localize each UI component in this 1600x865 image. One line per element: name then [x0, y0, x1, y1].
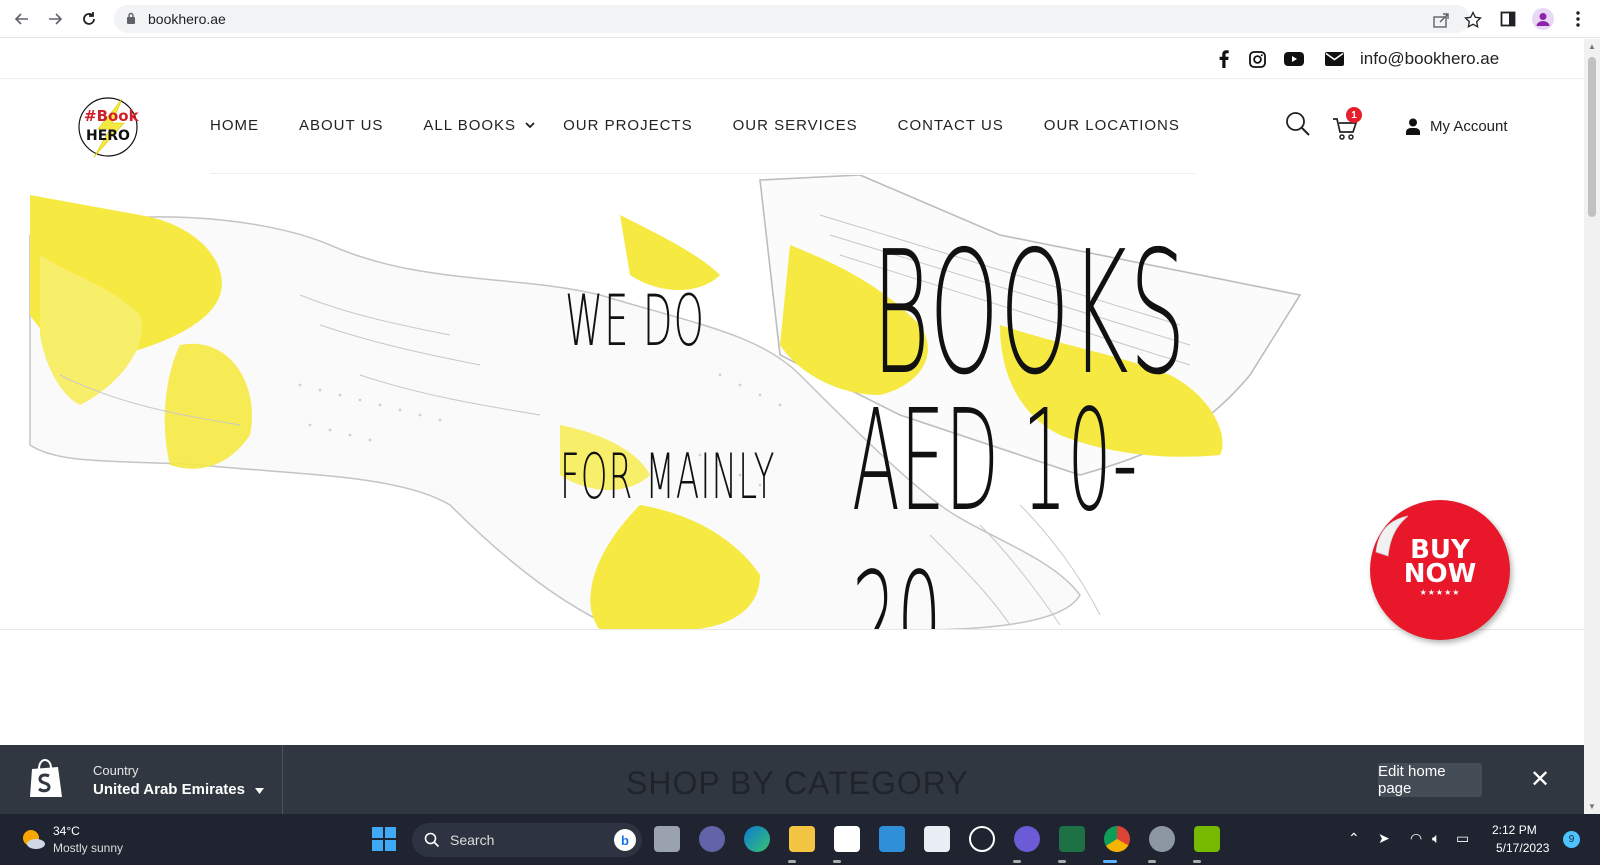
document-app-icon[interactable] — [924, 826, 950, 852]
notification-badge[interactable]: 9 — [1563, 831, 1580, 848]
youtube-icon[interactable] — [1284, 49, 1304, 69]
web-page: info@bookhero.ae #Book HERO HOME ABOUT U… — [0, 39, 1584, 745]
country-selector[interactable]: United Arab Emirates — [93, 781, 265, 798]
weather-temperature[interactable]: 34°C — [53, 824, 80, 838]
browser-toolbar: bookhero.ae — [0, 0, 1600, 38]
shopify-preview-bar: Country United Arab Emirates SHOP BY CAT… — [0, 745, 1584, 814]
close-icon[interactable]: ✕ — [1526, 765, 1554, 793]
country-label: Country — [93, 763, 139, 778]
menu-about-us[interactable]: ABOUT US — [299, 117, 383, 134]
speedometer-icon[interactable] — [969, 826, 995, 852]
country-value: United Arab Emirates — [93, 781, 245, 798]
profile-icon[interactable] — [1531, 7, 1555, 31]
reload-icon[interactable] — [77, 7, 101, 31]
weather-description[interactable]: Mostly sunny — [53, 841, 123, 855]
search-icon[interactable] — [1285, 111, 1311, 142]
bookhero-logo[interactable]: #Book HERO — [76, 95, 140, 159]
hero-we-do: WE DO — [565, 280, 706, 362]
shop-by-category-heading: SHOP BY CATEGORY — [626, 765, 969, 801]
lock-icon — [126, 12, 136, 30]
hero-price-range: AED 10-20 — [852, 380, 1139, 630]
back-arrow-icon[interactable] — [10, 7, 34, 31]
envelope-icon — [1324, 49, 1344, 69]
star-icon[interactable] — [1464, 10, 1482, 29]
hero-banner[interactable]: WE DO BOOKS FOR MAINLY AED 10-20 — [0, 175, 1584, 630]
location-arrow-icon[interactable]: ➤ — [1378, 830, 1390, 847]
scroll-up-icon[interactable]: ▲ — [1588, 42, 1596, 51]
nvidia-icon[interactable] — [1194, 826, 1220, 852]
account-label: My Account — [1430, 118, 1508, 135]
windows-start-icon[interactable] — [372, 827, 396, 856]
volume-icon[interactable]: 🔈︎ — [1432, 830, 1440, 847]
my-account-link[interactable]: My Account — [1406, 118, 1508, 135]
running-indicator — [1058, 860, 1066, 863]
tray-chevron-up-icon[interactable]: ⌃ — [1348, 830, 1360, 847]
address-bar[interactable]: bookhero.ae — [114, 5, 1482, 33]
chevron-down-icon — [525, 122, 535, 129]
task-view-icon[interactable] — [654, 826, 680, 852]
instagram-icon[interactable] — [1247, 49, 1267, 69]
facebook-icon[interactable] — [1214, 49, 1234, 69]
scroll-thumb[interactable] — [1588, 57, 1596, 217]
running-indicator — [788, 860, 796, 863]
buy-now-text: BUY NOW — [1370, 537, 1510, 589]
teams-chat-icon[interactable] — [699, 826, 725, 852]
share-icon[interactable] — [1432, 11, 1450, 29]
page-scrollbar[interactable]: ▲ ▼ — [1584, 39, 1600, 814]
hero-for-mainly: FOR MAINLY — [560, 440, 776, 513]
logo-hero: HERO — [86, 128, 130, 144]
file-explorer-icon[interactable] — [789, 826, 815, 852]
menu-home[interactable]: HOME — [210, 117, 259, 134]
menu-our-locations[interactable]: OUR LOCATIONS — [1044, 117, 1180, 134]
caret-down-icon — [255, 788, 265, 794]
running-indicator — [1013, 860, 1021, 863]
contact-email[interactable]: info@bookhero.ae — [1360, 49, 1499, 69]
hero-sketch-illustration — [29, 175, 1302, 629]
buy-now-line2: NOW — [1403, 559, 1477, 589]
shopbar-divider — [282, 745, 283, 814]
menu-contact-us[interactable]: CONTACT US — [898, 117, 1004, 134]
microsoft-store-icon[interactable] — [834, 826, 860, 852]
taskbar-search-label: Search — [450, 832, 495, 848]
main-menu: HOME ABOUT US ALL BOOKS OUR PROJECTS OUR… — [210, 117, 1220, 134]
user-icon — [1406, 118, 1420, 135]
logo-hash: #Book — [84, 107, 140, 125]
shopify-bag-icon — [28, 758, 64, 799]
more-icon[interactable] — [1566, 7, 1590, 31]
search-icon — [424, 832, 440, 848]
bing-icon: b — [614, 829, 636, 851]
url-text: bookhero.ae — [148, 11, 226, 27]
side-panel-icon[interactable] — [1496, 7, 1520, 31]
buy-now-badge[interactable]: BUY NOW ★★★★★ — [1370, 500, 1510, 640]
clock-date[interactable]: 5/17/2023 — [1496, 841, 1549, 855]
edit-home-page-button[interactable]: Edit home page — [1378, 763, 1482, 797]
clock-time[interactable]: 2:12 PM — [1492, 823, 1537, 837]
top-contact-bar: info@bookhero.ae — [0, 39, 1584, 79]
running-indicator — [1193, 860, 1201, 863]
calendar-app-icon[interactable] — [879, 826, 905, 852]
chrome-icon[interactable] — [1104, 826, 1130, 852]
menu-our-projects[interactable]: OUR PROJECTS — [563, 117, 693, 134]
weather-sun-icon[interactable] — [20, 826, 46, 857]
settings-gear-icon[interactable] — [1149, 826, 1175, 852]
cart-count-badge: 1 — [1346, 107, 1362, 123]
edge-icon[interactable] — [744, 826, 770, 852]
app-ring-icon[interactable] — [1014, 826, 1040, 852]
menu-all-books[interactable]: ALL BOOKS — [423, 117, 535, 134]
taskbar-search[interactable]: Search b — [412, 823, 642, 857]
running-indicator — [833, 860, 841, 863]
battery-icon[interactable]: ▭ — [1456, 830, 1469, 847]
scroll-down-icon[interactable]: ▼ — [1588, 802, 1596, 811]
menu-divider — [210, 173, 1195, 174]
wifi-icon[interactable]: ◠ — [1410, 830, 1422, 847]
menu-all-books-label: ALL BOOKS — [423, 117, 517, 134]
menu-our-services[interactable]: OUR SERVICES — [733, 117, 858, 134]
buy-now-stars: ★★★★★ — [1419, 588, 1461, 597]
active-app-indicator — [1103, 860, 1117, 863]
running-indicator — [1148, 860, 1156, 863]
forward-arrow-icon[interactable] — [43, 7, 67, 31]
excel-icon[interactable] — [1059, 826, 1085, 852]
windows-taskbar: 34°C Mostly sunny Search b ⌃ ➤ ◠ 🔈︎ ▭ 2:… — [0, 814, 1600, 865]
